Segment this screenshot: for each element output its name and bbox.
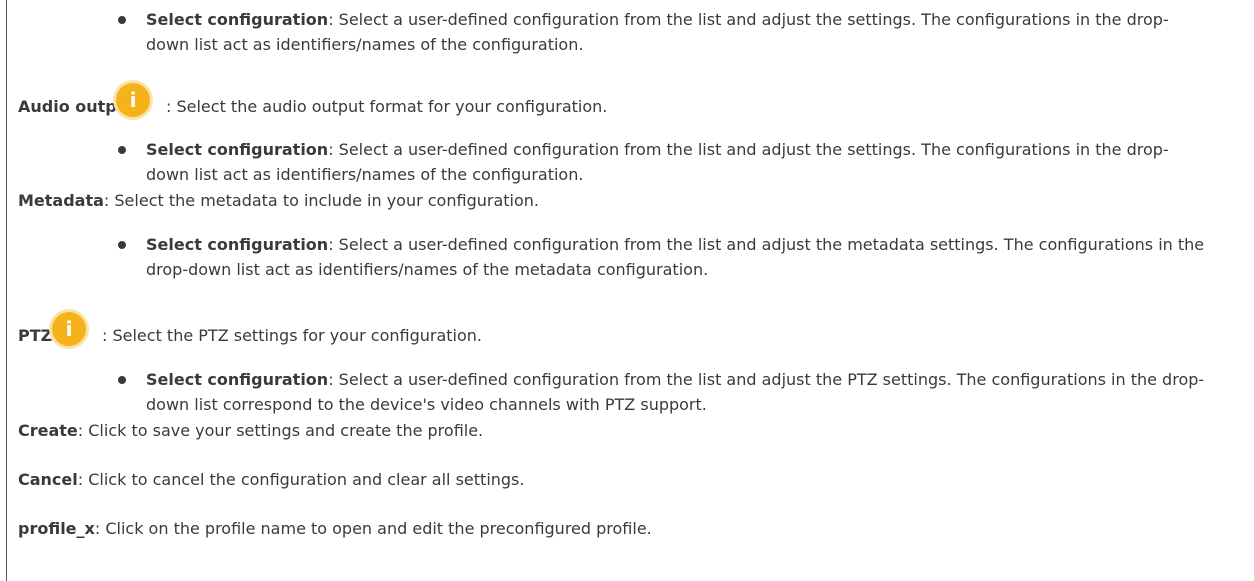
info-glyph: i — [129, 88, 137, 112]
info-icon: i — [116, 83, 150, 117]
description-text: : Click to save your settings and create… — [77, 421, 484, 440]
list-item: Select configuration: Select a user-defi… — [146, 7, 1206, 57]
term-label: Metadata — [18, 191, 104, 210]
bullet-dot — [118, 146, 126, 154]
term-label: Create — [18, 421, 78, 440]
definition-profile-x: profile_x: Click on the profile name to … — [18, 516, 652, 541]
list-item: Select configuration: Select a user-defi… — [146, 232, 1206, 282]
list-item: Select configuration: Select a user-defi… — [146, 367, 1206, 417]
bullet-dot — [118, 376, 126, 384]
description-text: : Click on the profile name to open and … — [94, 519, 652, 538]
description-text: : Select the PTZ settings for your confi… — [102, 326, 482, 345]
term-label: Select configuration — [146, 235, 329, 254]
term-label: Select configuration — [146, 370, 329, 389]
term-label: profile_x — [18, 519, 95, 538]
description-text: : Select the metadata to include in your… — [103, 191, 539, 210]
info-glyph: i — [65, 317, 73, 341]
description-text: : Click to cancel the configuration and … — [77, 470, 525, 489]
info-icon: i — [52, 312, 86, 346]
definition-create: Create: Click to save your settings and … — [18, 418, 483, 443]
bullet-dot — [118, 241, 126, 249]
term-label: PTZ — [18, 326, 53, 345]
list-item: Select configuration: Select a user-defi… — [146, 137, 1206, 187]
term-label: Select configuration — [146, 140, 329, 159]
definition-cancel: Cancel: Click to cancel the configuratio… — [18, 467, 524, 492]
term-label: Select configuration — [146, 10, 329, 29]
description-text: : Select the audio output format for you… — [166, 97, 608, 116]
definition-ptz: PTZ — [18, 323, 52, 348]
definition-metadata: Metadata: Select the metadata to include… — [18, 188, 539, 213]
term-label: Cancel — [18, 470, 78, 489]
bullet-dot — [118, 16, 126, 24]
left-border-rule — [6, 0, 7, 581]
